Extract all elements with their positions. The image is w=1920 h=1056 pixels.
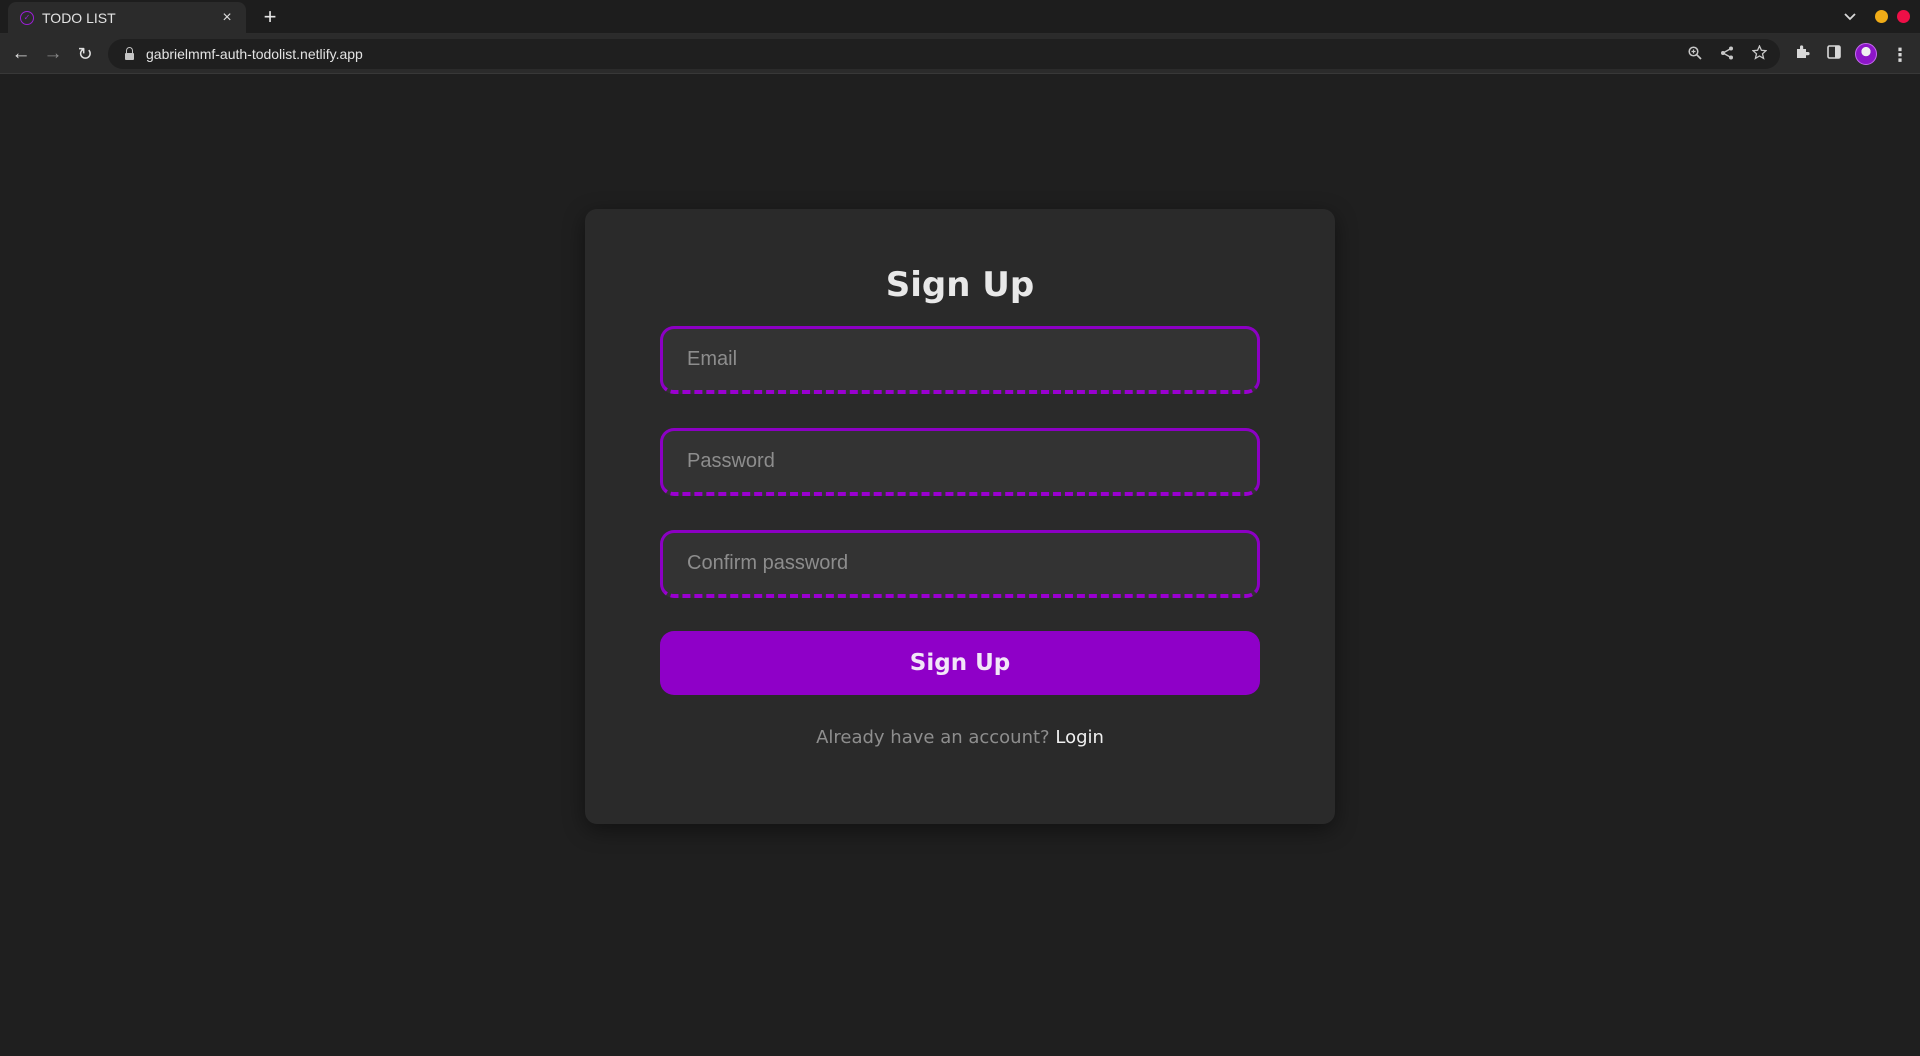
menu-icon[interactable]: ⋮	[1888, 43, 1912, 67]
address-bar[interactable]: gabrielmmf-auth-todolist.netlify.app	[108, 39, 1780, 69]
password-input[interactable]	[687, 450, 1257, 473]
email-field[interactable]	[660, 326, 1260, 394]
new-tab-button[interactable]: +	[258, 5, 282, 29]
zoom-icon[interactable]	[1684, 44, 1706, 66]
reload-icon[interactable]: ↻	[72, 41, 98, 67]
login-prompt-text: Already have an account?	[816, 727, 1050, 748]
extensions-icon[interactable]	[1790, 43, 1814, 67]
browser-toolbar: ← → ↻ gabrielmmf-auth-todolist.netlify.a…	[0, 34, 1920, 74]
tab-search-icon[interactable]	[1838, 6, 1862, 28]
forward-arrow-icon[interactable]: →	[40, 41, 66, 67]
login-prompt: Already have an account? Login	[585, 727, 1335, 748]
close-icon[interactable]: ×	[218, 10, 236, 26]
signup-card: Sign Up Sign Up Already have an account?…	[585, 209, 1335, 824]
profile-avatar[interactable]	[1855, 43, 1877, 65]
side-panel-icon[interactable]	[1822, 43, 1846, 67]
tab-strip: ✓ TODO LIST × +	[0, 0, 1920, 34]
minimize-button[interactable]	[1875, 10, 1888, 23]
confirm-password-input[interactable]	[687, 552, 1257, 575]
sign-up-button[interactable]: Sign Up	[660, 631, 1260, 695]
login-link[interactable]: Login	[1055, 727, 1104, 748]
lock-icon[interactable]	[122, 46, 136, 60]
password-field[interactable]	[660, 428, 1260, 496]
confirm-password-field[interactable]	[660, 530, 1260, 598]
check-circle-icon: ✓	[20, 11, 34, 25]
window-close-button[interactable]	[1897, 10, 1910, 23]
tab-todo-list[interactable]: ✓ TODO LIST ×	[8, 2, 246, 34]
page-title: Sign Up	[885, 265, 1035, 305]
back-arrow-icon[interactable]: ←	[8, 41, 34, 67]
share-icon[interactable]	[1716, 44, 1738, 66]
email-input[interactable]	[687, 348, 1257, 371]
tab-title: TODO LIST	[42, 10, 116, 26]
star-icon[interactable]	[1748, 44, 1770, 66]
url-text[interactable]: gabrielmmf-auth-todolist.netlify.app	[146, 46, 363, 62]
